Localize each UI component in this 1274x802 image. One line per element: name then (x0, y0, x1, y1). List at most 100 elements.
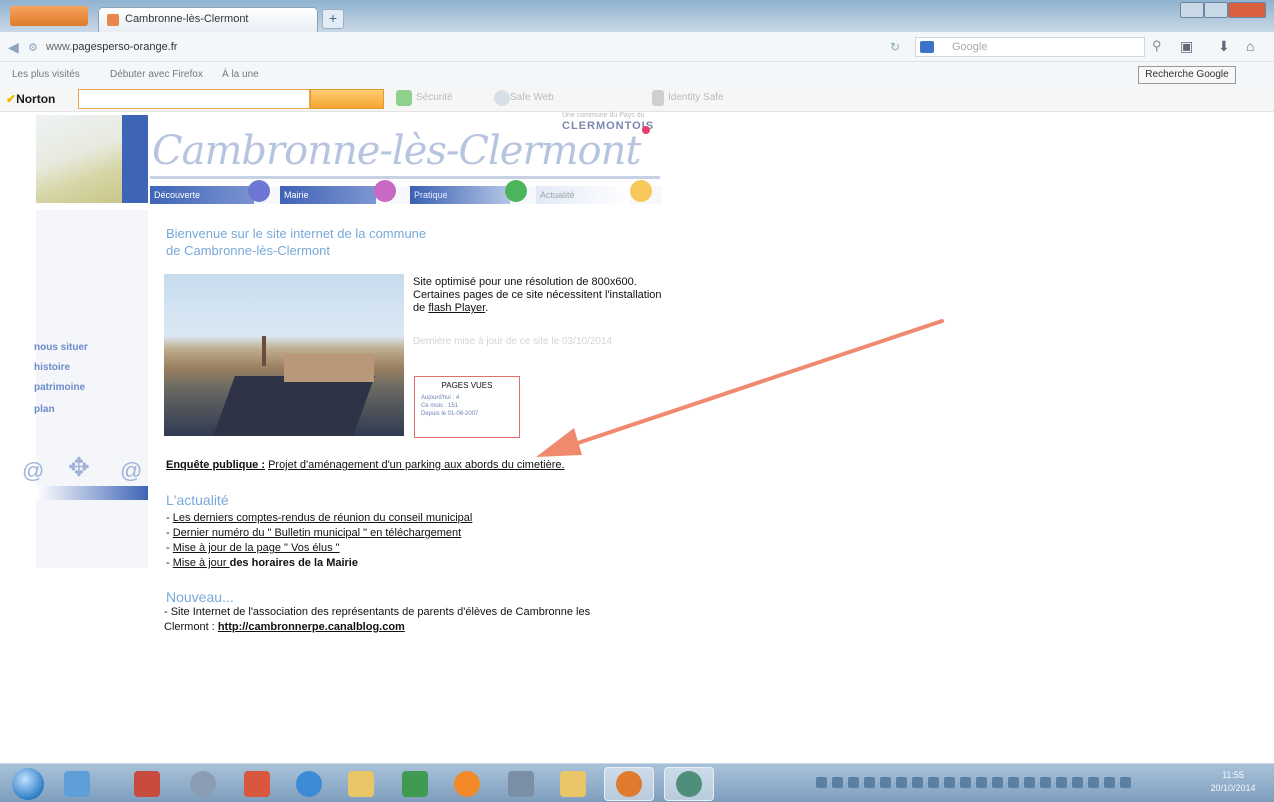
tray-icon[interactable] (928, 777, 939, 788)
start-button[interactable] (12, 768, 44, 800)
news-item[interactable]: - Dernier numéro du " Bulletin municipal… (166, 526, 472, 541)
close-window-button[interactable] (1228, 2, 1266, 18)
norton-icon (676, 771, 702, 797)
tray-icon[interactable] (832, 777, 843, 788)
calendar-icon[interactable] (244, 771, 270, 797)
download-icon[interactable]: ⬇ (1218, 38, 1230, 55)
tray-icon[interactable] (1072, 777, 1083, 788)
system-tray[interactable] (816, 775, 1176, 793)
news-bullet: - (166, 512, 173, 524)
news-link[interactable]: Les derniers comptes-rendus de réunion d… (173, 512, 473, 524)
bookmark-getting-started[interactable]: Débuter avec Firefox (110, 69, 203, 80)
internet-explorer-icon[interactable] (296, 771, 322, 797)
minimize-button[interactable] (1180, 2, 1204, 18)
tray-icon[interactable] (1024, 777, 1035, 788)
flower-icon (642, 126, 650, 134)
reload-icon[interactable]: ↻ (890, 40, 900, 54)
menu-decouverte[interactable]: Découverte (150, 186, 254, 204)
pdf-reader-icon[interactable] (134, 771, 160, 797)
media-icon[interactable] (190, 771, 216, 797)
system-clock[interactable]: 11:55 20/10/2014 (1200, 769, 1266, 795)
news-bullet: - (166, 542, 173, 554)
norton-safe-web-item[interactable]: Safe Web (510, 92, 554, 103)
village-photo (164, 274, 404, 436)
email-icon[interactable]: @ (22, 458, 44, 484)
back-icon[interactable]: ◀ (8, 39, 19, 56)
tray-icon[interactable] (816, 777, 827, 788)
bookmark-most-visited[interactable]: Les plus visités (12, 69, 80, 80)
tab-active[interactable]: Cambronne-lès-Clermont (98, 7, 318, 32)
left-nav-patrimoine[interactable]: patrimoine (34, 382, 85, 393)
favicon-icon (107, 14, 119, 26)
bookmark-headlines[interactable]: À la une (222, 69, 259, 80)
google-search-button[interactable]: Recherche Google (1138, 66, 1236, 84)
tray-icon[interactable] (944, 777, 955, 788)
left-nav-histoire[interactable]: histoire (34, 362, 70, 373)
tray-icon[interactable] (1120, 777, 1131, 788)
news-item[interactable]: - Mise à jour de la page " Vos élus " (166, 541, 472, 556)
show-desktop-icon[interactable] (64, 771, 90, 797)
counter-line: Depuis le 01-06-2007 (421, 411, 479, 417)
tray-icon[interactable] (1040, 777, 1051, 788)
menu-mairie[interactable]: Mairie (280, 186, 376, 204)
news-link-bold[interactable]: des horaires de la Mairie (230, 557, 358, 569)
search-icon[interactable]: ⚲ (1152, 38, 1162, 54)
search-bar[interactable]: Google (915, 37, 1145, 57)
norton-check-icon: ✔ (6, 92, 17, 106)
clermontois-logo[interactable]: Une commune du Pays du CLERMONTOIS (562, 112, 662, 160)
media-player-icon[interactable] (454, 771, 480, 797)
annotation-arrow (536, 319, 944, 457)
tray-icon[interactable] (864, 777, 875, 788)
tray-icon[interactable] (1008, 777, 1019, 788)
tray-icon[interactable] (1056, 777, 1067, 788)
navigation-bar: ◀ ⚙ www.pagesperso-orange.fr ↻ Google ⚲ … (0, 32, 1274, 62)
news-link[interactable]: Dernier numéro du " Bulletin municipal "… (173, 527, 461, 539)
news-item[interactable]: - Mise à jour des horaires de la Mairie (166, 556, 472, 571)
firefox-menu-button[interactable] (10, 6, 88, 26)
menu-actualite[interactable]: Actualité (536, 186, 630, 204)
news-link[interactable]: Mise à jour (173, 557, 230, 569)
maximize-button[interactable] (1204, 2, 1228, 18)
header-photo (36, 115, 122, 203)
tray-icon[interactable] (1104, 777, 1115, 788)
tray-icon[interactable] (896, 777, 907, 788)
norton-search-input[interactable] (78, 89, 310, 109)
url-bar[interactable]: www.pagesperso-orange.fr (46, 38, 906, 58)
browser-tab-bar: Cambronne-lès-Clermont + (0, 0, 1274, 32)
folder-icon[interactable] (348, 771, 374, 797)
welcome-line-2: de Cambronne-lès-Clermont (166, 243, 331, 258)
left-nav-plan[interactable]: plan (34, 404, 55, 415)
menu-pratique[interactable]: Pratique (410, 186, 510, 204)
bookmark-icon[interactable]: ▣ (1180, 38, 1193, 55)
explorer-icon[interactable] (560, 771, 586, 797)
norton-search-button[interactable] (310, 89, 384, 109)
tray-icon[interactable] (960, 777, 971, 788)
tray-icon[interactable] (1088, 777, 1099, 788)
tray-icon[interactable] (976, 777, 987, 788)
compass-icon[interactable]: ✥ (68, 452, 90, 483)
clock-time: 11:55 (1222, 770, 1244, 780)
home-icon[interactable]: ⌂ (1246, 38, 1254, 54)
nouveau-heading: Nouveau... (166, 589, 234, 605)
tray-icon[interactable] (880, 777, 891, 788)
enquete-publique-link[interactable]: Enquête publique : Projet d'aménagement … (166, 459, 565, 471)
welcome-line-1: Bienvenue sur le site internet de la com… (166, 226, 427, 241)
tray-icon[interactable] (912, 777, 923, 788)
tray-icon[interactable] (992, 777, 1003, 788)
new-tab-button[interactable]: + (322, 9, 344, 29)
news-item[interactable]: - Les derniers comptes-rendus de réunion… (166, 511, 472, 526)
excel-icon[interactable] (402, 771, 428, 797)
calculator-icon[interactable] (508, 771, 534, 797)
left-nav-nous-situer[interactable]: nous situer (34, 342, 88, 353)
canalblog-link[interactable]: http://cambronnerpe.canalblog.com (218, 621, 405, 633)
news-link[interactable]: Mise à jour de la page " Vos élus " (173, 542, 340, 554)
contact-icon[interactable]: @ (120, 458, 142, 484)
window-controls (1180, 2, 1270, 20)
tray-icon[interactable] (848, 777, 859, 788)
photo-church-spire (262, 336, 266, 366)
counter-line: Aujourd'hui : 4 (421, 395, 460, 401)
identity-icon[interactable]: ⚙ (28, 41, 38, 54)
norton-identity-safe-item[interactable]: Identity Safe (668, 92, 724, 103)
norton-security-item[interactable]: Sécurité (416, 92, 453, 103)
flash-player-link[interactable]: flash Player (428, 302, 485, 314)
